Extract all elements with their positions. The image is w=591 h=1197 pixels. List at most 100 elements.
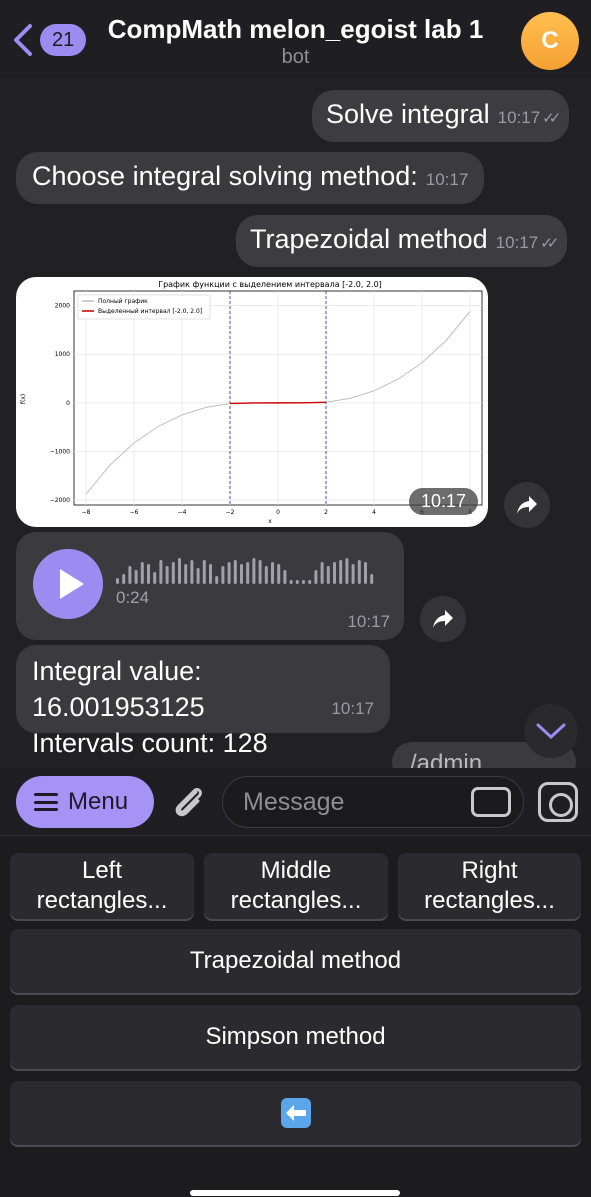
- message-time: 10:17: [495, 233, 539, 252]
- message-time: 10:17: [497, 108, 541, 127]
- x-tick-label: −6: [130, 509, 139, 516]
- waveform-bar: [122, 574, 126, 584]
- voice-duration: 0:24: [116, 588, 150, 607]
- play-button[interactable]: [33, 549, 103, 619]
- waveform-bar: [277, 564, 281, 584]
- waveform-bar: [370, 574, 374, 584]
- play-icon: [60, 569, 84, 599]
- x-tick-label: −4: [178, 509, 187, 516]
- waveform-bar: [283, 570, 287, 584]
- incoming-message[interactable]: Integral value: 16.001953125 Intervals c…: [16, 645, 390, 758]
- paperclip-icon[interactable]: [168, 782, 208, 822]
- waveform-bar: [147, 564, 150, 584]
- message-text: Choose integral solving method:: [32, 161, 418, 191]
- waveform-bar: [357, 560, 361, 584]
- waveform: [116, 558, 374, 584]
- message-placeholder: Message: [243, 787, 345, 816]
- waveform-bar: [314, 570, 318, 584]
- waveform-bar: [202, 560, 206, 584]
- button-label-line: rectangles...: [230, 887, 362, 914]
- waveform-bar: [171, 562, 175, 584]
- menu-icon: [34, 793, 58, 811]
- waveform-bar: [326, 566, 330, 584]
- legend-label: Выделенный интервал [-2.0, 2.0]: [98, 308, 202, 315]
- outgoing-message[interactable]: Solve integral 10:17 ✓✓: [312, 90, 570, 142]
- waveform-bar: [351, 564, 355, 584]
- waveform-bar: [140, 562, 144, 584]
- right-rectangles-button[interactable]: Right rectangles...: [398, 853, 581, 919]
- waveform-bar: [134, 570, 138, 584]
- waveform-bar: [271, 562, 274, 584]
- scroll-down-button[interactable]: [524, 704, 578, 758]
- waveform-bar: [215, 576, 219, 584]
- waveform-bar: [178, 558, 181, 584]
- message-text: Trapezoidal method: [250, 224, 488, 254]
- button-label-line: rectangles...: [424, 887, 555, 914]
- message-list[interactable]: Solve integral 10:17 ✓✓ Choose integral so…: [0, 78, 591, 768]
- waveform-bar: [196, 568, 200, 584]
- voice-message[interactable]: 0:24 10:17: [16, 532, 404, 640]
- message-time: 10:17: [425, 170, 469, 189]
- message-time: 10:17: [347, 612, 390, 631]
- waveform-bar: [190, 560, 194, 584]
- middle-rectangles-button[interactable]: Middle rectangles...: [204, 853, 388, 919]
- waveform-bar: [240, 564, 243, 584]
- legend-label: Полный график: [98, 298, 148, 305]
- menu-button[interactable]: Menu: [16, 776, 154, 828]
- y-tick-label: 0: [66, 400, 70, 407]
- double-check-icon: ✓✓: [542, 110, 561, 127]
- incoming-message[interactable]: Choose integral solving method: 10:17: [16, 152, 485, 204]
- y-tick-label: 2000: [55, 303, 70, 310]
- waveform-bar: [345, 558, 349, 584]
- waveform-bar: [165, 566, 169, 584]
- menu-label: Menu: [68, 788, 129, 815]
- simpson-method-button[interactable]: Simpson method: [10, 1005, 581, 1069]
- x-tick-label: −2: [226, 509, 235, 516]
- double-check-icon: ✓✓: [540, 235, 559, 252]
- waveform-bar: [184, 564, 188, 584]
- waveform-bar: [221, 566, 225, 584]
- trapezoidal-method-button[interactable]: Trapezoidal method: [10, 929, 581, 993]
- x-tick-label: 0: [276, 509, 280, 516]
- left-arrow-icon: [280, 1098, 311, 1128]
- keyboard-icon[interactable]: [471, 787, 511, 817]
- button-label-line: Middle: [260, 857, 332, 884]
- bot-keyboard: Left rectangles... Middle rectangles... Ri…: [0, 837, 591, 1197]
- composer: Menu Message: [0, 768, 591, 836]
- outgoing-message[interactable]: Trapezoidal method 10:17 ✓✓: [236, 215, 568, 267]
- chart-xlabel: x: [268, 518, 272, 525]
- waveform-bar: [320, 562, 324, 584]
- waveform-bar: [364, 562, 367, 584]
- waveform-bar: [339, 560, 343, 584]
- waveform-bar: [209, 564, 212, 584]
- button-label-line: Left: [81, 857, 122, 884]
- forward-button[interactable]: [504, 482, 550, 528]
- waveform-bar: [159, 560, 163, 584]
- chat-header: 21 CompMath melon_egoist lab 1 bot C: [0, 0, 591, 78]
- waveform-bar: [264, 566, 268, 584]
- message-text: /admin: [410, 750, 483, 768]
- home-indicator: [190, 1190, 400, 1196]
- share-icon: [517, 496, 537, 514]
- message-text: Solve integral: [326, 99, 490, 129]
- integral-value-text: Integral value: 16.001953125: [32, 656, 205, 722]
- waveform-bar: [333, 562, 336, 584]
- button-label-line: Right: [461, 857, 518, 884]
- forward-button[interactable]: [420, 596, 466, 642]
- chat-title[interactable]: CompMath melon_egoist lab 1: [0, 14, 591, 45]
- x-tick-label: 2: [324, 509, 328, 516]
- camera-icon[interactable]: [538, 782, 578, 822]
- waveform-bar: [258, 560, 262, 584]
- x-tick-label: 4: [372, 509, 376, 516]
- button-label-line: rectangles...: [36, 887, 168, 914]
- message-input[interactable]: Message: [222, 776, 524, 828]
- share-icon: [433, 610, 453, 628]
- waveform-bar: [289, 580, 293, 584]
- waveform-bar: [233, 560, 237, 584]
- left-rectangles-button[interactable]: Left rectangles...: [10, 853, 194, 919]
- avatar[interactable]: C: [521, 12, 579, 70]
- chart-image-message[interactable]: График функции с выделением интервала [-…: [16, 277, 488, 527]
- waveform-bar: [295, 580, 299, 584]
- waveform-bar: [246, 562, 250, 584]
- back-button[interactable]: [10, 1081, 581, 1145]
